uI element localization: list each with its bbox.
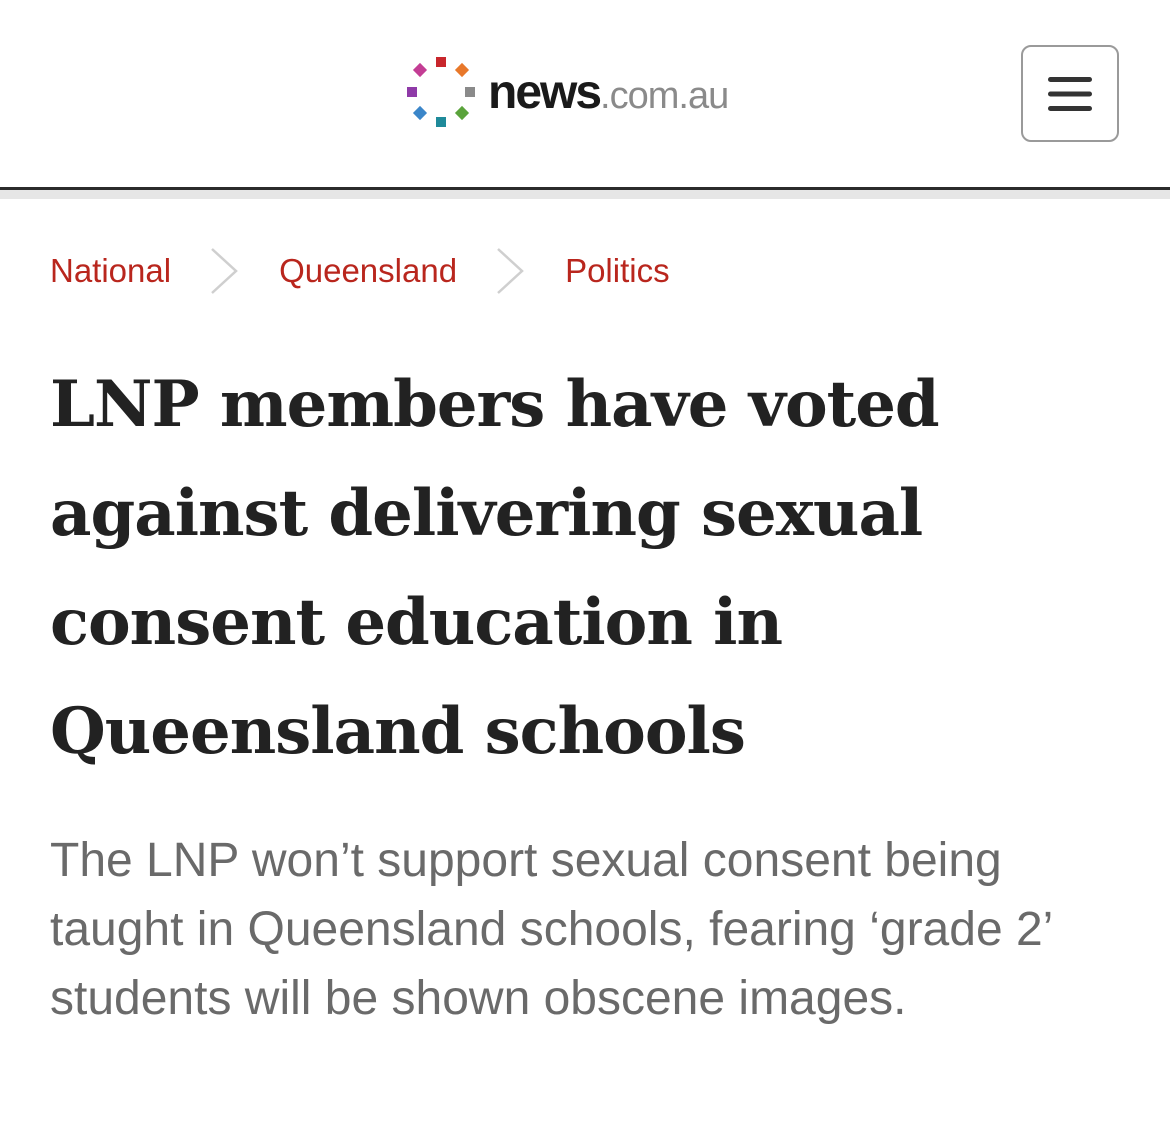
hamburger-icon	[1048, 76, 1092, 111]
site-logo[interactable]: news .com.au	[406, 52, 729, 132]
site-header: news .com.au	[0, 0, 1170, 187]
breadcrumb-link-politics[interactable]: Politics	[565, 252, 670, 290]
breadcrumb-link-national[interactable]: National	[50, 252, 171, 290]
article-standfirst: The LNP won’t support sexual consent bei…	[50, 834, 1052, 1025]
breadcrumb-link-queensland[interactable]: Queensland	[279, 252, 457, 290]
breadcrumb: National Queensland Politics	[50, 246, 670, 296]
logo-domain-text: .com.au	[600, 74, 729, 117]
logo-wordmark: news .com.au	[488, 65, 729, 120]
menu-button[interactable]	[1021, 45, 1119, 142]
header-shadow	[0, 190, 1170, 199]
news-logo-icon	[406, 55, 476, 129]
logo-news-text: news	[488, 65, 602, 119]
article-headline: LNP members have voted against deliverin…	[50, 367, 940, 769]
chevron-right-icon	[209, 246, 239, 296]
chevron-right-icon	[495, 246, 525, 296]
